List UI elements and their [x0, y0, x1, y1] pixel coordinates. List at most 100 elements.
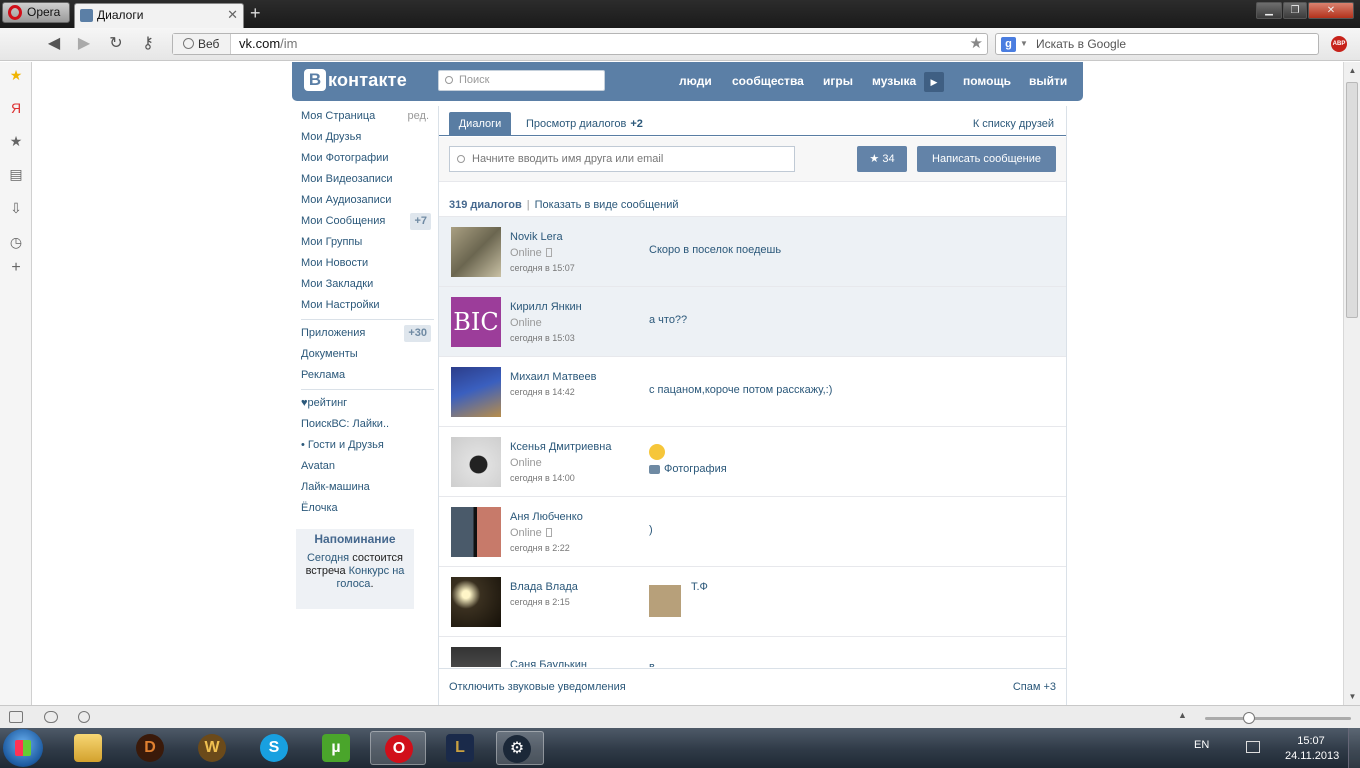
menu-apps[interactable]: Приложения +30: [296, 323, 434, 344]
maximize-window-button[interactable]: ❐: [1283, 2, 1307, 19]
menu-my-groups[interactable]: Мои Группы: [296, 232, 434, 253]
menu-my-messages[interactable]: Мои Сообщения +7: [296, 211, 434, 232]
language-indicator[interactable]: EN: [1194, 739, 1209, 751]
app-avatan[interactable]: Avatan: [296, 456, 434, 477]
zoom-slider[interactable]: [1205, 712, 1351, 724]
taskbar-skype[interactable]: S: [254, 731, 294, 765]
panel-toggle-icon[interactable]: [9, 711, 23, 723]
mute-sounds-link[interactable]: Отключить звуковые уведомления: [449, 681, 626, 693]
nav-music[interactable]: музыка: [872, 62, 916, 101]
menu-my-bookmarks[interactable]: Мои Закладки: [296, 274, 434, 295]
view-options-icon[interactable]: ▲: [1178, 710, 1187, 720]
history-icon[interactable]: ◷: [8, 234, 24, 250]
avatar[interactable]: [451, 437, 501, 487]
bookmark-star-icon[interactable]: ★: [970, 34, 983, 54]
avatar[interactable]: [451, 507, 501, 557]
start-button[interactable]: [3, 729, 43, 767]
close-tab-icon[interactable]: ✕: [227, 4, 238, 26]
dialog-row[interactable]: BIC Кирилл Янкин Online сегодня в 15:03 …: [439, 287, 1066, 357]
dialog-row[interactable]: Саня Баулькин в: [439, 637, 1066, 667]
dialog-name[interactable]: Novik Lera: [510, 231, 563, 243]
network-flag-icon[interactable]: [1246, 741, 1260, 753]
downloads-icon[interactable]: ⇩: [8, 200, 24, 216]
menu-my-audio[interactable]: Мои Аудиозаписи: [296, 190, 434, 211]
key-icon[interactable]: ⚷: [138, 34, 158, 54]
photo-attachment[interactable]: Фотография: [664, 463, 727, 475]
dialog-row[interactable]: Михаил Матвеев сегодня в 14:42 с пацаном…: [439, 357, 1066, 427]
taskbar-warcraft[interactable]: W: [192, 731, 232, 765]
notes-icon[interactable]: ▤: [8, 166, 24, 182]
app-rating[interactable]: ♥рейтинг: [296, 393, 434, 414]
nav-people[interactable]: люди: [679, 62, 712, 101]
dialog-row[interactable]: Novik Lera Online сегодня в 15:07 Скоро …: [439, 217, 1066, 287]
dialog-row[interactable]: Аня Любченко Online сегодня в 2:22 ): [439, 497, 1066, 567]
menu-documents[interactable]: Документы: [296, 344, 434, 365]
spam-link[interactable]: Спам +3: [1013, 681, 1056, 693]
bookmarks-icon[interactable]: ★: [8, 133, 24, 149]
show-desktop-button[interactable]: [1348, 728, 1360, 768]
taskbar-opera[interactable]: O: [370, 731, 426, 765]
forward-icon[interactable]: ▶: [74, 34, 94, 54]
dialog-row[interactable]: Влада Влада сегодня в 2:15 Т.Ф: [439, 567, 1066, 637]
avatar[interactable]: [451, 577, 501, 627]
taskbar-diablo[interactable]: D: [130, 731, 170, 765]
edit-link[interactable]: ред.: [408, 106, 429, 127]
address-bar[interactable]: Веб vk.com/im ★: [172, 33, 988, 55]
back-icon[interactable]: ◀: [44, 34, 64, 54]
avatar[interactable]: [451, 227, 501, 277]
avatar[interactable]: BIC: [451, 297, 501, 347]
nav-games[interactable]: игры: [823, 62, 853, 101]
taskbar-utorrent[interactable]: µ: [316, 731, 356, 765]
tab-dialogs[interactable]: Диалоги: [449, 112, 511, 136]
url-web-badge[interactable]: Веб: [173, 34, 231, 54]
nav-logout[interactable]: выйти: [1029, 62, 1067, 101]
menu-my-page[interactable]: Моя Страница ред.: [296, 106, 434, 127]
tab-view-dialogs[interactable]: Просмотр диалогов +2: [526, 112, 643, 136]
menu-my-videos[interactable]: Мои Видеозаписи: [296, 169, 434, 190]
write-message-button[interactable]: Написать сообщение: [917, 146, 1056, 172]
taskbar-league[interactable]: L: [440, 731, 480, 765]
taskbar-steam[interactable]: ⚙: [496, 731, 544, 765]
menu-my-news[interactable]: Мои Новости: [296, 253, 434, 274]
turbo-icon[interactable]: [78, 711, 90, 723]
favorites-button[interactable]: ★ 34: [857, 146, 907, 172]
app-guests-friends[interactable]: • Гости и Друзья: [296, 435, 434, 456]
scrollbar-thumb[interactable]: [1346, 82, 1358, 318]
app-poisk-vs[interactable]: ПоискВС: Лайки..: [296, 414, 434, 435]
close-window-button[interactable]: ✕: [1308, 2, 1354, 19]
avatar[interactable]: [451, 647, 501, 667]
dialog-name[interactable]: Саня Баулькин: [510, 659, 587, 667]
message-photo-thumbnail[interactable]: [649, 585, 681, 617]
url-text[interactable]: vk.com/im: [239, 34, 298, 54]
menu-my-settings[interactable]: Мои Настройки: [296, 295, 434, 316]
reminder-today-link[interactable]: Сегодня: [307, 552, 349, 564]
reload-icon[interactable]: ↻: [106, 34, 126, 54]
chevron-down-icon[interactable]: ▼: [1020, 34, 1028, 54]
nav-communities[interactable]: сообщества: [732, 62, 804, 101]
dialog-name[interactable]: Влада Влада: [510, 581, 578, 593]
dialog-name[interactable]: Кирилл Янкин: [510, 301, 582, 313]
scroll-down-icon[interactable]: ▼: [1348, 692, 1357, 701]
dialog-row[interactable]: Ксенья Дмитриевна Online сегодня в 14:00…: [439, 427, 1066, 497]
page-scrollbar[interactable]: ▲ ▼: [1343, 62, 1360, 705]
opera-menu-button[interactable]: Opera: [2, 2, 70, 23]
vk-search-input[interactable]: Поиск: [438, 70, 605, 91]
dialog-name[interactable]: Ксенья Дмитриевна: [510, 441, 611, 453]
app-like-machine[interactable]: Лайк-машина: [296, 477, 434, 498]
taskbar-explorer[interactable]: [68, 731, 108, 765]
browser-search-field[interactable]: g ▼ Искать в Google: [995, 33, 1319, 55]
yandex-icon[interactable]: Я: [8, 100, 24, 116]
opera-unite-icon[interactable]: [44, 711, 58, 723]
friend-search-input[interactable]: Начните вводить имя друга или email: [449, 146, 795, 172]
nav-help[interactable]: помощь: [963, 62, 1011, 101]
dialog-name[interactable]: Михаил Матвеев: [510, 371, 596, 383]
google-icon[interactable]: g: [1001, 37, 1016, 52]
to-friends-link[interactable]: К списку друзей: [973, 112, 1054, 136]
app-yolochka[interactable]: Ёлочка: [296, 498, 434, 519]
menu-my-friends[interactable]: Мои Друзья: [296, 127, 434, 148]
add-panel-icon[interactable]: +: [8, 260, 24, 276]
adblock-icon[interactable]: ABP: [1331, 36, 1347, 52]
clock[interactable]: 15:07 24.11.2013: [1285, 734, 1339, 764]
avatar[interactable]: [451, 367, 501, 417]
zoom-slider-knob[interactable]: [1243, 712, 1255, 724]
